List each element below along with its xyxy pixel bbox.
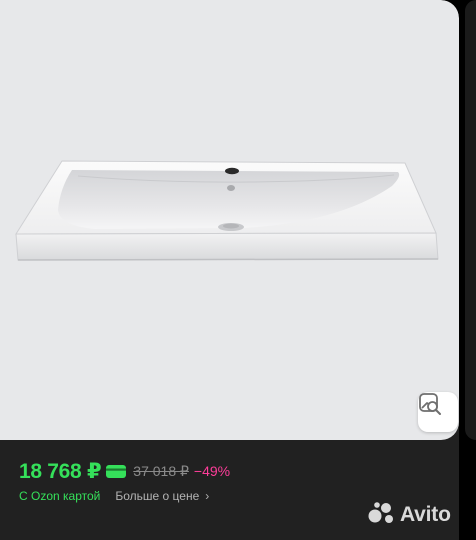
ozon-card-label: С Ozon картой [19, 489, 101, 503]
discount-badge: −49% [193, 463, 231, 479]
product-photo[interactable] [0, 0, 459, 440]
avito-watermark: Avito [368, 497, 451, 533]
product-card[interactable]: 18 768 ₽ 37 018 ₽ −49% С Ozon картой Бол… [0, 0, 459, 540]
current-price: 18 768 ₽ [19, 459, 102, 483]
more-about-price-link[interactable]: Больше о цене [115, 489, 199, 503]
bank-card-icon [106, 464, 127, 478]
watermark-text: Avito [400, 503, 451, 526]
price-details-row: С Ozon картой Больше о цене › [19, 488, 209, 504]
chevron-right-icon[interactable]: › [205, 489, 209, 503]
old-price: 37 018 ₽ [133, 462, 189, 479]
price-row: 18 768 ₽ 37 018 ₽ −49% [19, 458, 230, 484]
next-card-peek[interactable] [465, 0, 476, 440]
search-similar-button[interactable] [418, 392, 458, 432]
washbasin-illustration [15, 160, 439, 261]
avito-logo-icon [368, 501, 396, 530]
